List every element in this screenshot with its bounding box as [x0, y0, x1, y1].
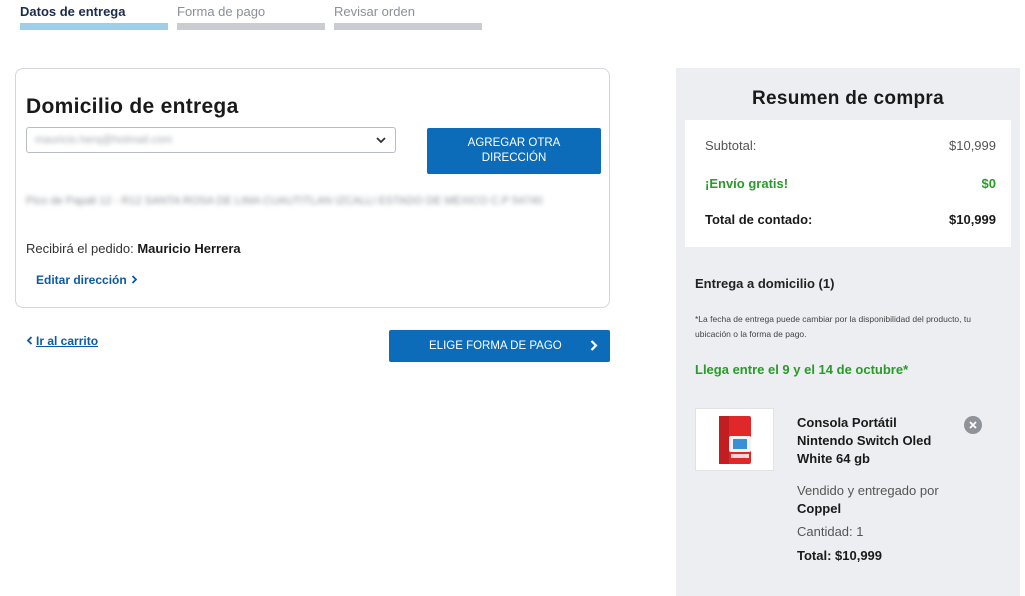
- shipping-value: $0: [981, 176, 996, 191]
- delivery-title: Entrega a domicilio (1): [695, 276, 835, 291]
- address-section-title: Domicilio de entrega: [26, 95, 239, 118]
- step-progress-bar: [334, 23, 482, 30]
- step-forma-pago[interactable]: Forma de pago: [177, 4, 325, 30]
- add-address-button[interactable]: AGREGAR OTRA DIRECCIÓN: [427, 128, 601, 174]
- step-datos-entrega[interactable]: Datos de entrega: [20, 4, 168, 30]
- step-label: Revisar orden: [334, 4, 415, 19]
- console-box-icon: [718, 415, 751, 464]
- order-summary-panel: Resumen de compra Subtotal: $10,999 ¡Env…: [676, 68, 1020, 596]
- address-select[interactable]: mauricio.herq@hotmail.com: [26, 127, 396, 153]
- product-name[interactable]: Consola Portátil Nintendo Switch Oled Wh…: [797, 414, 947, 468]
- shipping-row: ¡Envío gratis! $0: [705, 176, 996, 191]
- address-text: Pico de Papali 12 - R12 SANTA ROSA DE LI…: [26, 195, 543, 207]
- selected-address-value: mauricio.herq@hotmail.com: [35, 134, 173, 146]
- total-value: $10,999: [949, 212, 996, 227]
- subtotal-label: Subtotal:: [705, 138, 757, 153]
- receiver-label: Recibirá el pedido:: [26, 241, 134, 256]
- chevron-right-icon: [590, 340, 598, 354]
- step-label: Forma de pago: [177, 4, 266, 19]
- back-to-cart-link[interactable]: Ir al carrito: [26, 334, 98, 348]
- total-row: Total de contado: $10,999: [705, 212, 996, 227]
- chevron-right-icon: [131, 273, 138, 287]
- product-quantity: Cantidad: 1: [797, 524, 864, 539]
- summary-title: Resumen de compra: [752, 88, 944, 109]
- shipping-label: ¡Envío gratis!: [705, 176, 789, 191]
- arrival-estimate: Llega entre el 9 y el 14 de octubre*: [695, 362, 909, 377]
- step-label: Datos de entrega: [20, 4, 126, 19]
- product-total: Total: $10,999: [797, 548, 883, 563]
- receiver-line: Recibirá el pedido: Mauricio Herrera: [26, 241, 241, 256]
- seller-info: Vendido y entregado por Coppel: [797, 482, 947, 518]
- seller-name: Coppel: [797, 501, 842, 516]
- subtotal-row: Subtotal: $10,999: [705, 138, 996, 153]
- step-progress-bar: [177, 23, 325, 30]
- seller-prefix: Vendido y entregado por: [797, 483, 939, 498]
- delivery-address-card: Domicilio de entrega mauricio.herq@hotma…: [15, 68, 610, 308]
- totals-box: Subtotal: $10,999 ¡Envío gratis! $0 Tota…: [685, 120, 1011, 247]
- product-image: [695, 408, 774, 471]
- step-revisar-orden[interactable]: Revisar orden: [334, 4, 482, 30]
- remove-item-button[interactable]: [964, 416, 982, 434]
- step-progress-bar: [20, 23, 168, 30]
- subtotal-value: $10,999: [949, 138, 996, 153]
- checkout-stepper: Datos de entrega Forma de pago Revisar o…: [20, 4, 482, 30]
- chevron-down-icon: [375, 134, 387, 146]
- total-label: Total de contado:: [705, 212, 813, 227]
- back-to-cart-label: Ir al carrito: [36, 334, 99, 348]
- edit-address-link[interactable]: Editar dirección: [36, 273, 138, 287]
- close-icon: [969, 421, 977, 429]
- chevron-left-icon: [26, 334, 33, 348]
- edit-address-label: Editar dirección: [36, 273, 127, 287]
- receiver-name: Mauricio Herrera: [137, 241, 241, 256]
- delivery-note: *La fecha de entrega puede cambiar por l…: [695, 314, 971, 339]
- choose-payment-label: ELIGE FORMA DE PAGO: [429, 340, 562, 352]
- choose-payment-button[interactable]: ELIGE FORMA DE PAGO: [389, 330, 610, 362]
